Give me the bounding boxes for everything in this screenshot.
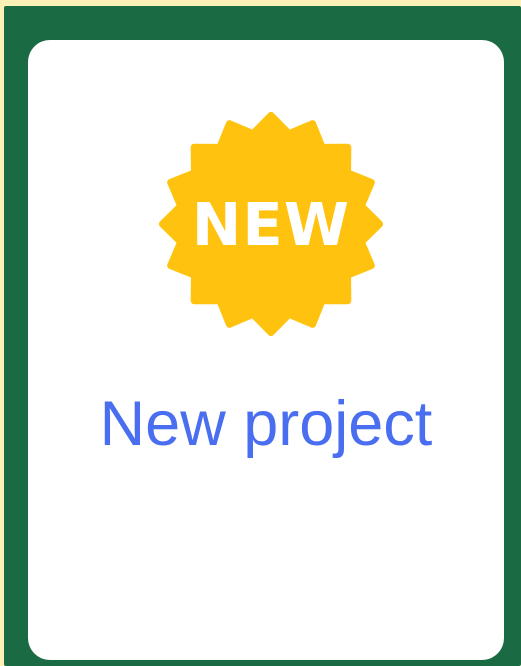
card-frame: NEW New project	[4, 6, 521, 666]
badge-text: NEW	[192, 190, 350, 259]
new-badge-icon: NEW	[153, 106, 389, 342]
new-project-card[interactable]: NEW New project	[28, 40, 504, 660]
new-project-label: New project	[99, 389, 433, 459]
